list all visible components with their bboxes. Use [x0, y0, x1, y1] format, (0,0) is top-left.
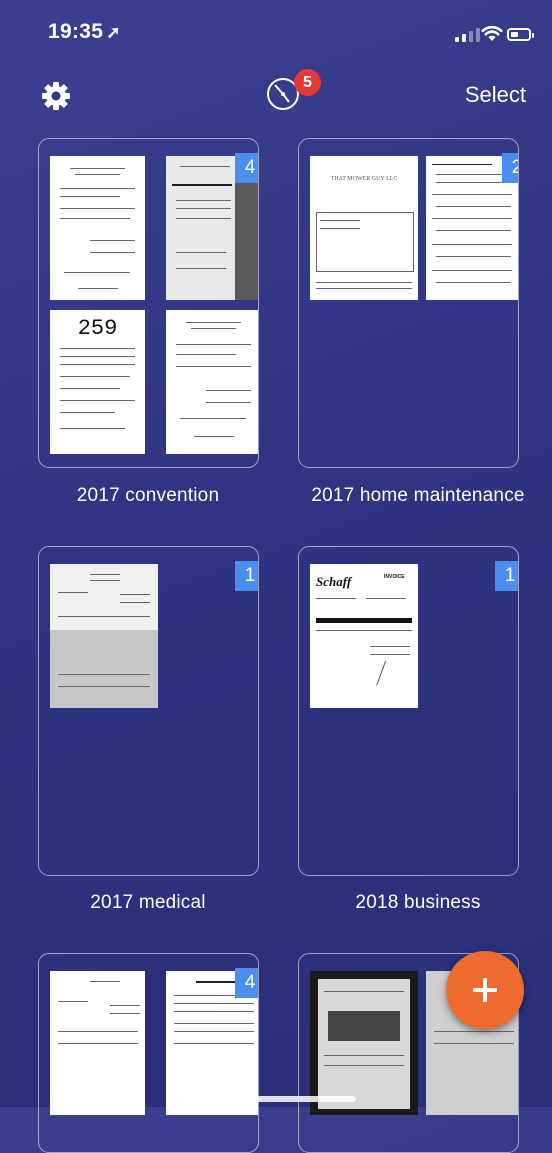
plus-icon [473, 978, 497, 1002]
invoice-brand: Schaff [316, 574, 352, 589]
document-count-badge: 4 [235, 968, 258, 998]
status-bar: 19:35 ➚ [0, 0, 552, 72]
add-document-button[interactable] [446, 951, 524, 1029]
select-button[interactable]: Select [465, 82, 526, 108]
document-count-badge: 2 [502, 153, 518, 183]
invoice-thumbnail: THAT MOWER GUY LLC [310, 156, 418, 300]
sync-badge: 5 [294, 69, 321, 96]
medical-bill-thumbnail [50, 971, 145, 1115]
folder-label: 2018 business [355, 892, 481, 913]
folder-label: 2017 medical [90, 892, 206, 913]
location-arrow-icon: ➚ [106, 23, 121, 42]
invoice-heading: INVOICE [384, 574, 405, 580]
receipt-number: 259 [77, 316, 118, 341]
receipt-thumbnail [50, 156, 145, 300]
receipt-thumbnail: 259 [50, 310, 145, 454]
nav-bar: 5 Select [0, 69, 552, 122]
invoice-thumbnail: Schaff INVOICE [310, 564, 418, 708]
medical-bill-thumbnail [50, 564, 158, 708]
folder-card[interactable]: 4 [38, 953, 259, 1153]
document-count-badge: 4 [235, 153, 258, 183]
cellular-signal-icon [455, 28, 480, 42]
home-indicator[interactable] [196, 1096, 356, 1102]
document-count-badge: 1 [495, 561, 518, 591]
status-time: 19:35 ➚ [48, 20, 121, 44]
folder-card-2018-business[interactable]: Schaff INVOICE 1 [298, 546, 519, 876]
gear-icon[interactable] [40, 80, 72, 112]
document-count-badge: 1 [235, 561, 258, 591]
folder-label: 2017 convention [76, 485, 220, 506]
folder-card-2017-medical[interactable]: 1 [38, 546, 259, 876]
folder-card-2017-home-maintenance[interactable]: THAT MOWER GUY LLC 2 [298, 138, 519, 468]
battery-icon [507, 28, 534, 41]
document-thumbnail [310, 971, 418, 1115]
time-text: 19:35 [48, 20, 104, 43]
invoice-title: THAT MOWER GUY LLC [330, 176, 398, 182]
folder-card-2017-convention[interactable]: 4 259 [38, 138, 259, 468]
receipt-thumbnail [166, 310, 258, 454]
wifi-icon [481, 25, 503, 41]
folder-label: 2017 home maintenance [311, 485, 525, 506]
